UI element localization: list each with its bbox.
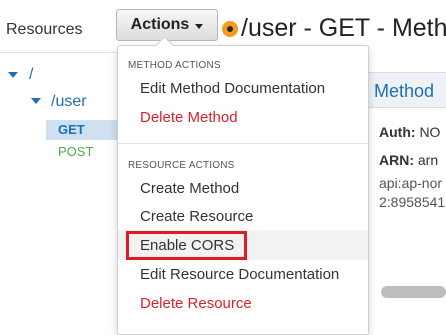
arn-value: arn bbox=[417, 152, 439, 168]
arn-label: ARN: bbox=[379, 152, 414, 168]
tree-divider bbox=[0, 52, 118, 53]
horizontal-scrollbar[interactable] bbox=[381, 286, 446, 298]
resources-heading: Resources bbox=[6, 21, 83, 38]
arn-row: ARN: arn bbox=[379, 152, 438, 168]
menu-item-delete-resource[interactable]: Delete Resource bbox=[140, 295, 252, 312]
menu-item-create-method[interactable]: Create Method bbox=[140, 180, 239, 197]
menu-item-delete-method[interactable]: Delete Method bbox=[140, 109, 238, 126]
resource-actions-header: RESOURCE ACTIONS bbox=[128, 160, 235, 171]
tree-node-user[interactable]: /user bbox=[51, 93, 87, 111]
menu-item-edit-method-documentation[interactable]: Edit Method Documentation bbox=[140, 80, 325, 97]
annotation-highlight-box bbox=[126, 231, 247, 260]
actions-button[interactable]: Actions bbox=[116, 9, 218, 41]
page-title: /user - GET - Metho bbox=[241, 14, 446, 42]
method-status-icon bbox=[222, 21, 238, 37]
chevron-down-icon bbox=[195, 23, 204, 29]
auth-label: Auth: bbox=[379, 124, 416, 140]
actions-button-label: Actions bbox=[130, 16, 190, 33]
menu-divider bbox=[118, 143, 368, 144]
tree-node-root[interactable]: / bbox=[29, 66, 33, 84]
tree-method-post[interactable]: POST bbox=[58, 144, 93, 159]
arn-value-line: api:ap-nor bbox=[379, 175, 443, 191]
method-panel-title: Method bbox=[374, 81, 435, 101]
method-actions-header: METHOD ACTIONS bbox=[128, 60, 221, 71]
arn-value-line: 2:8958541 bbox=[379, 194, 446, 210]
tree-method-get[interactable]: GET bbox=[46, 120, 118, 140]
menu-item-create-resource[interactable]: Create Resource bbox=[140, 208, 253, 225]
menu-item-edit-resource-documentation[interactable]: Edit Resource Documentation bbox=[140, 266, 339, 283]
auth-row: Auth: NO bbox=[379, 124, 440, 140]
auth-value: NO bbox=[419, 124, 441, 140]
expand-caret-icon[interactable] bbox=[8, 72, 18, 78]
expand-caret-icon[interactable] bbox=[31, 98, 41, 104]
